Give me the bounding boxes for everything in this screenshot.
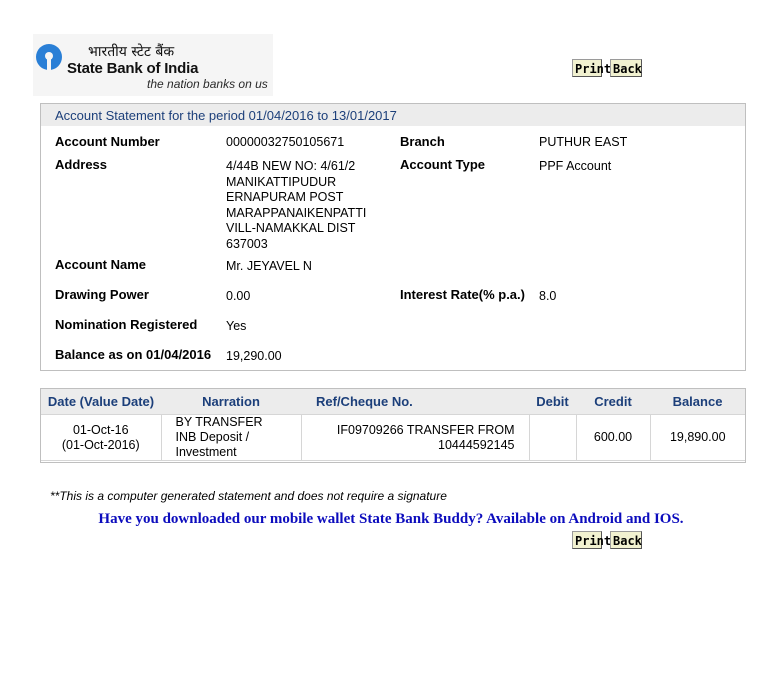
address-line: ERNAPURAM POST [226,190,344,204]
account-name-label: Account Name [55,257,147,272]
column-header-narration: Narration [161,389,301,415]
address-line: 637003 [226,236,268,251]
branch-label: Branch [400,134,445,149]
address-label: Address [55,157,108,172]
address-line: 4/44B NEW NO: 4/61/2 [226,159,356,173]
cell-balance: 19,890.00 [649,414,745,461]
sbi-logo: भारतीय स्टेट बैंक State Bank of India th… [33,34,273,96]
print-button-bottom[interactable]: Print [572,531,611,549]
cell-ref: IF09709266 TRANSFER FROM 10444592145 [300,414,530,461]
account-name-value: Mr. JEYAVEL N [226,259,312,273]
column-header-ref: Ref/Cheque No. [301,389,529,415]
mobile-wallet-promo: Have you downloaded our mobile wallet St… [98,511,684,527]
account-details-panel: Account Statement for the period 01/04/2… [40,103,746,371]
logo-tagline: the nation banks on us [147,77,268,91]
interest-rate-value: 8.0 [539,289,557,303]
sbi-keyhole-icon [36,44,62,71]
drawing-power-value: 0.00 [226,289,251,303]
cell-debit [528,414,577,461]
back-button-bottom[interactable]: Back [610,531,642,549]
column-header-credit: Credit [576,389,650,415]
account-number-value: 00000032750105671 [226,135,345,149]
back-button[interactable]: Back [610,59,642,77]
table-header-row: Date (Value Date) Narration Ref/Cheque N… [41,389,745,415]
logo-bank-name: State Bank of India [67,60,199,77]
computer-generated-note: **This is a computer generated statement… [50,489,447,503]
address-line: VILL-NAMAKKAL DIST [226,221,356,235]
cell-date: 01-Oct-16 (01-Oct-2016) [41,414,162,461]
statement-period-title: Account Statement for the period 01/04/2… [55,108,397,123]
interest-rate-label: Interest Rate(% p.a.) [400,287,525,302]
address-line: MARAPPANAIKENPATTI [226,205,367,220]
column-header-date: Date (Value Date) [41,389,161,415]
column-header-debit: Debit [529,389,576,415]
cell-credit: 600.00 [575,414,651,461]
nomination-value: Yes [226,319,247,333]
transaction-value-date: (01-Oct-2016) [61,437,140,452]
transaction-date: 01-Oct-16 [72,422,129,437]
opening-balance-value: 19,290.00 [226,349,282,363]
address-line: MANIKATTIPUDUR [226,174,337,189]
account-number-label: Account Number [55,134,160,149]
opening-balance-label: Balance as on 01/04/2016 [55,347,212,362]
drawing-power-label: Drawing Power [55,287,149,302]
narration-line: Investment [175,445,237,459]
print-button[interactable]: Print [572,59,611,77]
nomination-label: Nomination Registered [55,317,198,332]
account-type-label: Account Type [400,157,485,172]
narration-line: INB Deposit / [175,430,250,444]
logo-hindi-text: भारतीय स्टेट बैंक [88,44,175,60]
transactions-panel: Date (Value Date) Narration Ref/Cheque N… [40,388,746,463]
transactions-table: Date (Value Date) Narration Ref/Cheque N… [41,389,745,461]
column-header-balance: Balance [650,389,745,415]
address-value: 4/44B NEW NO: 4/61/2 MANIKATTIPUDUR ERNA… [226,159,366,252]
account-type-value: PPF Account [539,159,612,173]
ref-line: IF09709266 TRANSFER FROM [336,422,515,437]
narration-line: BY TRANSFER [175,415,263,429]
statement-header: Account Statement for the period 01/04/2… [41,104,745,126]
branch-value: PUTHUR EAST [539,135,628,149]
cell-narration: BY TRANSFER INB Deposit / Investment [160,414,302,461]
table-row: 01-Oct-16 (01-Oct-2016) BY TRANSFER INB … [41,414,745,461]
ref-line: 10444592145 [438,437,515,452]
